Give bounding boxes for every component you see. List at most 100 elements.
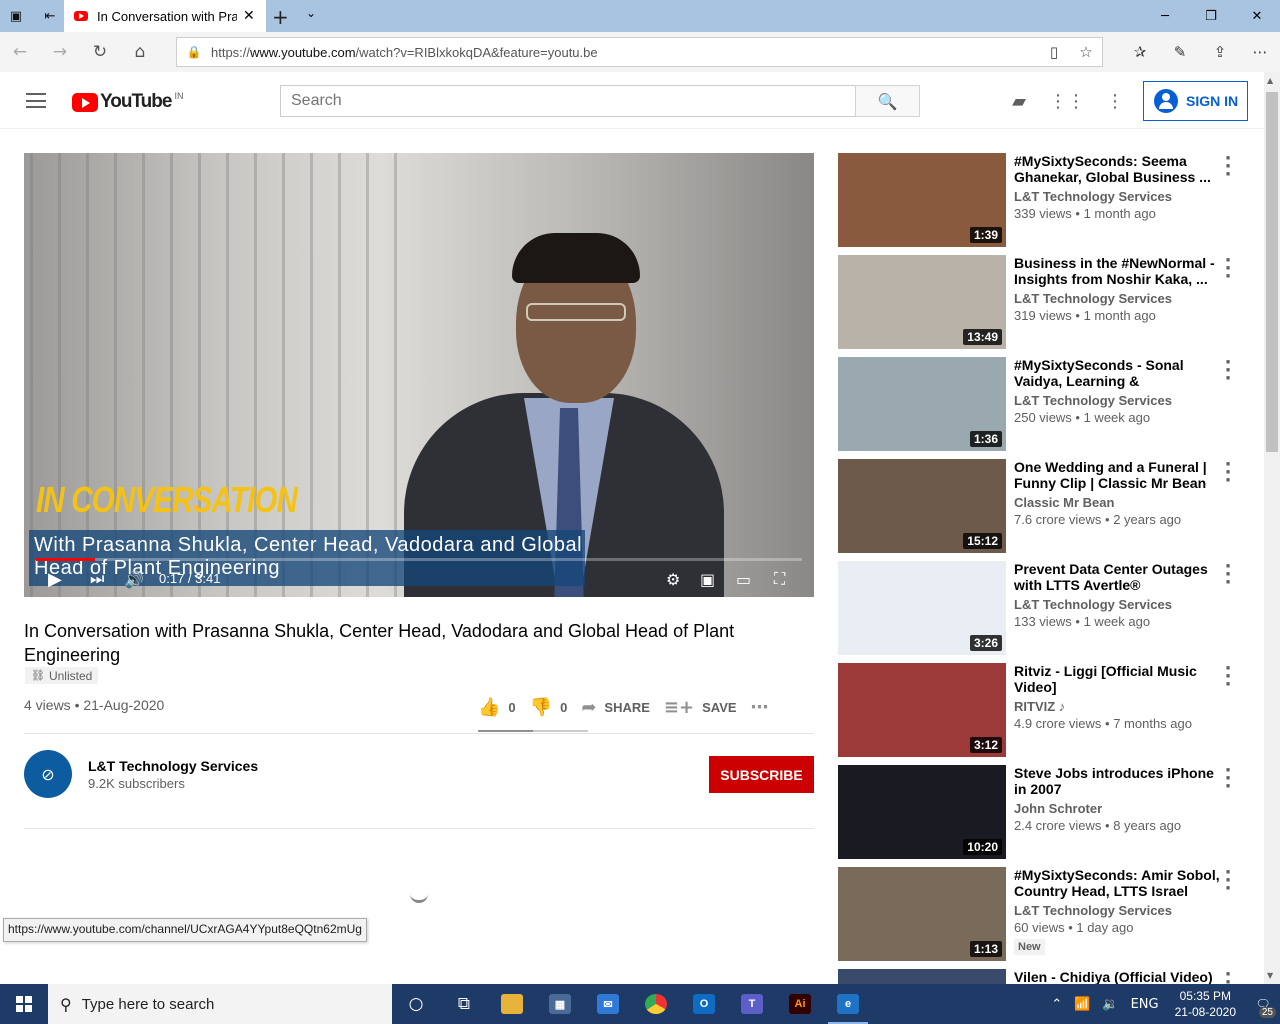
recommended-video[interactable]: 3:12 Ritviz - Liggi [Official Music Video… — [838, 660, 1248, 757]
search-button[interactable]: 🔍 — [855, 85, 920, 117]
recommended-channel[interactable]: L&T Technology Services — [1014, 903, 1172, 918]
recommended-title[interactable]: Business in the #NewNormal - Insights fr… — [1014, 255, 1224, 287]
action-menu-icon[interactable]: ··· — [1222, 558, 1234, 592]
sign-in-button[interactable]: SIGN IN — [1143, 81, 1248, 121]
chrome-icon[interactable] — [632, 984, 680, 1024]
next-video-icon[interactable]: ⏭ — [90, 566, 104, 592]
action-menu-icon[interactable]: ··· — [1222, 354, 1234, 388]
action-menu-icon[interactable]: ··· — [1222, 456, 1234, 490]
taskbar-search[interactable]: ⚲ Type here to search — [48, 984, 392, 1024]
minimize-button[interactable]: ─ — [1142, 0, 1188, 32]
forward-button[interactable]: → — [40, 32, 80, 72]
subscribe-button[interactable]: SUBSCRIBE — [709, 756, 814, 793]
recommended-channel[interactable]: L&T Technology Services — [1014, 189, 1172, 204]
file-explorer-icon[interactable] — [488, 984, 536, 1024]
lock-icon[interactable]: 🔒 — [177, 45, 211, 59]
back-button[interactable]: ← — [0, 32, 40, 72]
reading-view-icon[interactable]: ▯ — [1038, 43, 1070, 61]
scrollbar-thumb[interactable] — [1266, 92, 1278, 452]
favorites-icon[interactable]: ✰ — [1120, 32, 1160, 72]
address-field[interactable]: 🔒 https://www.youtube.com/watch?v=RIBlxk… — [176, 37, 1103, 67]
settings-dots-icon[interactable]: ⋮ — [1099, 87, 1131, 115]
settings-gear-icon[interactable]: ⚙ — [666, 566, 680, 592]
mail-icon[interactable]: ✉ — [584, 984, 632, 1024]
start-button[interactable] — [0, 984, 48, 1024]
more-actions-button[interactable]: ⋯ — [751, 697, 777, 718]
video-thumbnail[interactable]: 1:36 — [838, 357, 1006, 451]
network-icon[interactable]: 📶 — [1074, 997, 1090, 1012]
recommended-channel[interactable]: L&T Technology Services — [1014, 291, 1172, 306]
recommended-title[interactable]: Prevent Data Center Outages with LTTS Av… — [1014, 561, 1224, 593]
recommended-title[interactable]: One Wedding and a Funeral | Funny Clip |… — [1014, 459, 1224, 491]
recommended-video[interactable]: 1:39 #MySixtySeconds: Seema Ghanekar, Glo… — [838, 150, 1248, 247]
recommended-video[interactable]: 1:13 #MySixtySeconds: Amir Sobol, Country… — [838, 864, 1248, 961]
recommended-channel[interactable]: RITVIZ ♪ — [1014, 699, 1065, 714]
more-menu-icon[interactable]: ⋯ — [1240, 32, 1280, 72]
recommended-title[interactable]: Ritviz - Liggi [Official Music Video] — [1014, 663, 1224, 695]
recommended-channel[interactable]: L&T Technology Services — [1014, 597, 1172, 612]
volume-icon[interactable]: 🔉 — [1102, 997, 1118, 1012]
recommended-title[interactable]: #MySixtySeconds: Amir Sobol, Country Hea… — [1014, 867, 1224, 899]
recommended-title[interactable]: #MySixtySeconds - Sonal Vaidya, Learning… — [1014, 357, 1224, 389]
task-view-icon[interactable]: ⧉ — [440, 984, 488, 1024]
recommended-title[interactable]: #MySixtySeconds: Seema Ghanekar, Global … — [1014, 153, 1224, 185]
tab-actions-icon[interactable]: ▣ — [4, 0, 28, 32]
close-window-button[interactable]: ✕ — [1234, 0, 1280, 32]
notes-pen-icon[interactable]: ✎ — [1160, 32, 1200, 72]
refresh-button[interactable]: ↻ — [80, 32, 120, 72]
search-input[interactable] — [280, 85, 856, 117]
recommended-video[interactable]: 13:49 Business in the #NewNormal - Insigh… — [838, 252, 1248, 349]
miniplayer-icon[interactable]: ▣ — [700, 566, 715, 592]
illustrator-icon[interactable]: Ai — [776, 984, 824, 1024]
favorite-star-icon[interactable]: ☆ — [1070, 43, 1102, 61]
action-menu-icon[interactable]: ··· — [1222, 150, 1234, 184]
page-scrollbar[interactable]: ▲ ▼ — [1264, 72, 1280, 984]
create-video-icon[interactable]: ▰ — [1003, 87, 1035, 115]
recommended-channel[interactable]: John Schroter — [1014, 801, 1102, 816]
fullscreen-icon[interactable]: ⛶ — [774, 566, 785, 592]
show-hidden-icons-icon[interactable]: ⌃ — [1051, 997, 1062, 1012]
recommended-video[interactable]: 10:20 Steve Jobs introduces iPhone in 200… — [838, 762, 1248, 859]
action-center-button[interactable]: 🗨 25 — [1246, 984, 1280, 1024]
scroll-down-arrow-icon[interactable]: ▼ — [1267, 971, 1273, 980]
language-indicator[interactable]: ENG — [1131, 997, 1159, 1012]
home-button[interactable]: ⌂ — [120, 32, 160, 72]
clock[interactable]: 05:35 PM 21-08-2020 — [1175, 988, 1236, 1020]
dislike-button[interactable]: 👎 0 — [530, 697, 568, 718]
active-tab[interactable]: In Conversation with Prasanna Shukla ✕ — [64, 0, 266, 32]
recommended-channel[interactable]: L&T Technology Services — [1014, 393, 1172, 408]
youtube-logo[interactable]: YouTube IN — [72, 91, 183, 113]
video-thumbnail[interactable]: 1:39 — [838, 153, 1006, 247]
recommended-video[interactable]: Vilen - Chidiya (Official Video)··· — [838, 969, 1248, 984]
recommended-video[interactable]: 15:12 One Wedding and a Funeral | Funny C… — [838, 456, 1248, 553]
action-menu-icon[interactable]: ··· — [1222, 969, 1234, 984]
video-thumbnail[interactable]: 1:13 — [838, 867, 1006, 961]
action-menu-icon[interactable]: ··· — [1222, 252, 1234, 286]
action-menu-icon[interactable]: ··· — [1222, 762, 1234, 796]
outlook-icon[interactable]: O — [680, 984, 728, 1024]
video-thumbnail[interactable]: 13:49 — [838, 255, 1006, 349]
teams-icon[interactable]: T — [728, 984, 776, 1024]
cortana-icon[interactable]: ○ — [392, 984, 440, 1024]
edge-icon[interactable]: e — [824, 984, 872, 1024]
recommended-title[interactable]: Steve Jobs introduces iPhone in 2007 — [1014, 765, 1224, 797]
theater-mode-icon[interactable]: ▭ — [736, 566, 751, 592]
volume-icon[interactable]: 🔊 — [124, 566, 144, 592]
recommended-video[interactable]: 3:26 Prevent Data Center Outages with LTT… — [838, 558, 1248, 655]
tab-preview-chevron-icon[interactable]: ⌄ — [306, 6, 316, 20]
like-button[interactable]: 👍 0 — [478, 697, 516, 718]
recommended-channel[interactable]: Classic Mr Bean — [1014, 495, 1114, 510]
video-thumbnail[interactable]: 3:26 — [838, 561, 1006, 655]
share-icon[interactable]: ⇪ — [1200, 32, 1240, 72]
video-player[interactable]: IN CONVERSATION With Prasanna Shukla, Ce… — [24, 153, 814, 597]
channel-name[interactable]: L&T Technology Services — [88, 758, 258, 774]
channel-avatar[interactable]: ⊘ — [24, 750, 72, 798]
close-tab-icon[interactable]: ✕ — [243, 8, 255, 24]
set-tabs-aside-icon[interactable]: ⇤ — [38, 0, 62, 32]
video-thumbnail[interactable]: 10:20 — [838, 765, 1006, 859]
scroll-up-arrow-icon[interactable]: ▲ — [1267, 76, 1273, 85]
action-menu-icon[interactable]: ··· — [1222, 864, 1234, 898]
share-button[interactable]: ➦ SHARE — [581, 697, 650, 718]
video-thumbnail[interactable] — [838, 969, 1006, 984]
recommended-video[interactable]: 1:36 #MySixtySeconds - Sonal Vaidya, Lear… — [838, 354, 1248, 451]
